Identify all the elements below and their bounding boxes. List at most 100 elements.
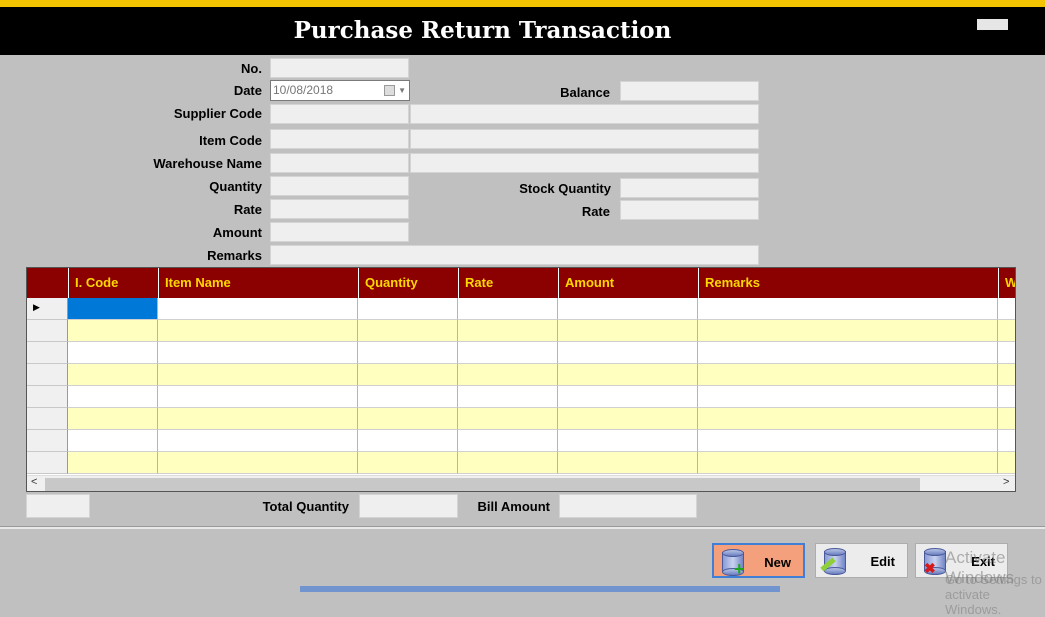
grid-cell[interactable]: [358, 342, 458, 364]
grid-cell[interactable]: [998, 408, 1015, 430]
grid-cell[interactable]: [358, 430, 458, 452]
supplier-name-field[interactable]: [410, 104, 759, 124]
column-header-rate[interactable]: Rate: [458, 268, 558, 298]
grid-cell[interactable]: [158, 452, 358, 474]
row-header[interactable]: [27, 408, 68, 430]
grid-cell[interactable]: [358, 452, 458, 474]
grid-cell[interactable]: [558, 320, 698, 342]
supplier-code-field[interactable]: [270, 104, 409, 124]
row-header[interactable]: [27, 320, 68, 342]
column-header-remarks[interactable]: Remarks: [698, 268, 998, 298]
grid-cell[interactable]: [68, 364, 158, 386]
amount-field[interactable]: [270, 222, 409, 242]
grid-cell[interactable]: [558, 298, 698, 320]
grid-cell[interactable]: [68, 452, 158, 474]
scrollbar-thumb[interactable]: [45, 478, 920, 491]
grid-cell[interactable]: [68, 320, 158, 342]
table-row[interactable]: [27, 452, 1015, 474]
grid-cell[interactable]: [998, 364, 1015, 386]
grid-cell[interactable]: [68, 342, 158, 364]
rate-field[interactable]: [270, 199, 409, 219]
column-header-item-name[interactable]: Item Name: [158, 268, 358, 298]
grid-cell[interactable]: [158, 364, 358, 386]
grid-cell[interactable]: [698, 452, 998, 474]
grid-cell[interactable]: [558, 364, 698, 386]
grid-cell[interactable]: [558, 408, 698, 430]
grid-cell[interactable]: [158, 386, 358, 408]
table-row[interactable]: [27, 430, 1015, 452]
scroll-right-icon[interactable]: >: [1003, 476, 1009, 488]
grid-cell[interactable]: [698, 320, 998, 342]
grid-cell[interactable]: [458, 298, 558, 320]
grid-cell[interactable]: [698, 386, 998, 408]
row-header[interactable]: [27, 342, 68, 364]
edit-button[interactable]: Edit: [815, 543, 908, 578]
table-row[interactable]: [27, 364, 1015, 386]
grid-cell[interactable]: [358, 320, 458, 342]
remarks-field[interactable]: [270, 245, 759, 265]
row-header[interactable]: ▶: [27, 298, 68, 320]
row-header[interactable]: [27, 430, 68, 452]
grid-cell[interactable]: [698, 364, 998, 386]
row-header[interactable]: [27, 452, 68, 474]
grid-cell[interactable]: [458, 320, 558, 342]
grid-cell[interactable]: [698, 342, 998, 364]
grid-cell[interactable]: [358, 298, 458, 320]
grid-cell[interactable]: [458, 342, 558, 364]
grid-cell[interactable]: [558, 452, 698, 474]
row-header[interactable]: [27, 386, 68, 408]
column-header-icode[interactable]: I. Code: [68, 268, 158, 298]
new-button[interactable]: + New: [712, 543, 805, 579]
grid-cell[interactable]: [998, 342, 1015, 364]
grid-cell[interactable]: [998, 298, 1015, 320]
bill-amount-field[interactable]: [559, 494, 697, 518]
grid-cell[interactable]: [558, 386, 698, 408]
table-row[interactable]: [27, 386, 1015, 408]
column-header-w[interactable]: W: [998, 268, 1015, 298]
grid-cell[interactable]: [68, 408, 158, 430]
row-header[interactable]: [27, 364, 68, 386]
table-row[interactable]: [27, 320, 1015, 342]
grid-cell[interactable]: [558, 430, 698, 452]
grid-cell[interactable]: [998, 430, 1015, 452]
item-code-field[interactable]: [270, 129, 409, 149]
item-name-field[interactable]: [410, 129, 759, 149]
grid-cell[interactable]: [458, 364, 558, 386]
table-row[interactable]: [27, 342, 1015, 364]
items-grid[interactable]: I. Code Item Name Quantity Rate Amount R…: [26, 267, 1016, 492]
grid-cell[interactable]: [998, 320, 1015, 342]
stock-rate-field[interactable]: [620, 200, 759, 220]
grid-cell[interactable]: [558, 342, 698, 364]
no-field[interactable]: [270, 58, 409, 78]
grid-cell[interactable]: [158, 430, 358, 452]
quantity-field[interactable]: [270, 176, 409, 196]
row-count-field[interactable]: [26, 494, 90, 518]
grid-cell[interactable]: [158, 408, 358, 430]
minimize-button[interactable]: [977, 19, 1008, 30]
grid-cell[interactable]: [358, 364, 458, 386]
grid-cell[interactable]: [158, 342, 358, 364]
grid-cell[interactable]: [998, 452, 1015, 474]
date-picker[interactable]: 10/08/2018 ▼: [270, 80, 410, 101]
grid-cell[interactable]: [458, 386, 558, 408]
balance-field[interactable]: [620, 81, 759, 101]
selected-grid-cell[interactable]: [68, 298, 158, 320]
dropdown-arrow-icon[interactable]: ▼: [398, 86, 406, 95]
grid-cell[interactable]: [998, 386, 1015, 408]
grid-cell[interactable]: [68, 386, 158, 408]
grid-cell[interactable]: [698, 430, 998, 452]
grid-cell[interactable]: [358, 408, 458, 430]
horizontal-scrollbar[interactable]: < >: [27, 475, 1015, 491]
column-header-quantity[interactable]: Quantity: [358, 268, 458, 298]
stock-quantity-field[interactable]: [620, 178, 759, 198]
calendar-icon[interactable]: [384, 85, 395, 96]
grid-cell[interactable]: [158, 298, 358, 320]
scroll-left-icon[interactable]: <: [31, 476, 37, 488]
grid-cell[interactable]: [458, 452, 558, 474]
warehouse-name-field[interactable]: [410, 153, 759, 173]
grid-cell[interactable]: [698, 408, 998, 430]
warehouse-code-field[interactable]: [270, 153, 409, 173]
grid-cell[interactable]: [158, 320, 358, 342]
grid-cell[interactable]: [358, 386, 458, 408]
table-row[interactable]: [27, 408, 1015, 430]
